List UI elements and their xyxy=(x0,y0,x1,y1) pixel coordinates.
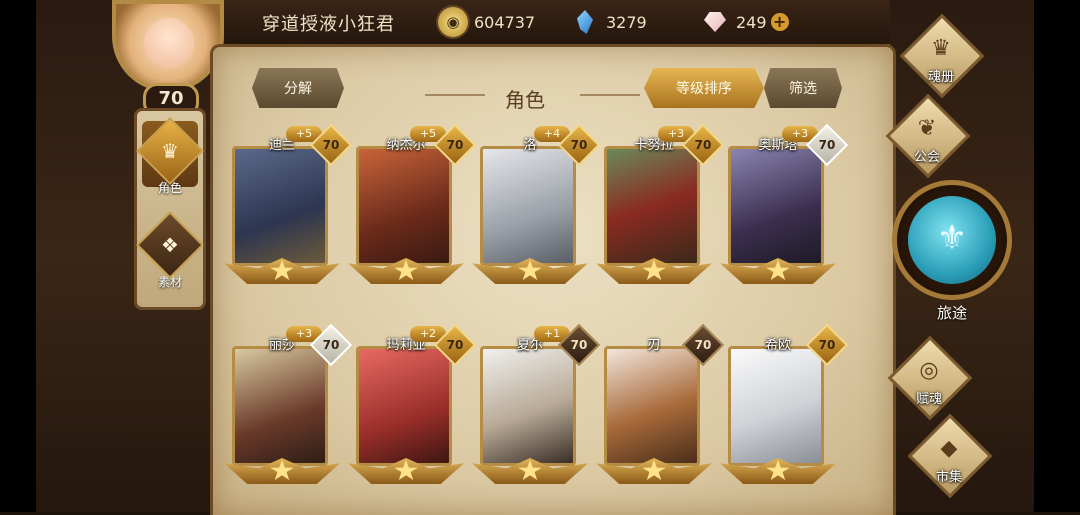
character-portrait xyxy=(356,146,452,266)
character-portrait xyxy=(728,346,824,466)
menu-fu-soul-label: 赋魂 xyxy=(915,392,942,407)
character-card[interactable]: 希欧 70 xyxy=(720,323,849,484)
character-card[interactable]: 卡努拉 +3 70 xyxy=(596,123,725,284)
character-portrait xyxy=(604,146,700,266)
right-edge xyxy=(1034,0,1080,512)
menu-soul-book-label: 魂册 xyxy=(927,70,954,85)
gem-resource[interactable]: 249 + xyxy=(700,6,789,38)
box-icon: ◆ xyxy=(940,436,958,461)
menu-fu-soul[interactable]: ◎ 赋魂 xyxy=(884,335,974,421)
gold-value: 604737 xyxy=(474,12,536,32)
filter-button[interactable]: 筛选 xyxy=(764,68,842,108)
crystal-resource[interactable]: 3279 xyxy=(570,6,647,38)
character-portrait xyxy=(356,346,452,466)
character-card[interactable]: 洛 +4 70 xyxy=(472,123,601,284)
tab-material[interactable]: ❖ 素材 xyxy=(136,211,204,289)
character-card[interactable]: 夏尔 +1 70 xyxy=(472,323,601,484)
helmet-icon: ♛ xyxy=(136,117,204,185)
menu-guild[interactable]: ❦ 公会 xyxy=(882,93,972,179)
character-card[interactable]: 纳杰尔 +5 70 xyxy=(348,123,477,284)
crystal-value: 3279 xyxy=(606,12,647,32)
heading-ornament-left xyxy=(425,94,485,96)
avatar-face xyxy=(144,18,194,68)
sort-by-level-button[interactable]: 等级排序 xyxy=(644,68,764,108)
blue-crystal-icon xyxy=(570,7,600,37)
character-portrait xyxy=(604,346,700,466)
gem-value: 249 xyxy=(736,12,767,32)
menu-soul-book[interactable]: ♛ 魂册 xyxy=(896,13,986,99)
heading-ornament-right xyxy=(580,94,640,96)
crown-icon: ♛ xyxy=(931,36,951,61)
character-card[interactable]: 玛莉亚 +2 70 xyxy=(348,323,477,484)
character-portrait xyxy=(480,146,576,266)
player-name: 穿道授液小狂君 xyxy=(262,14,395,35)
menu-market-label: 市集 xyxy=(935,470,962,485)
coin-icon: ◉ xyxy=(438,7,468,37)
add-gem-button[interactable]: + xyxy=(770,13,789,31)
character-portrait xyxy=(728,146,824,266)
category-tabs: ♛ 角色 ❖ 素材 xyxy=(134,108,206,310)
menu-travel-label: 旅途 xyxy=(936,304,967,322)
character-card[interactable]: 丽莎 +3 70 xyxy=(224,323,353,484)
left-edge xyxy=(0,0,36,512)
decompose-button[interactable]: 分解 xyxy=(252,68,344,108)
menu-market[interactable]: ◆ 市集 xyxy=(904,413,994,499)
dragon-icon: ❦ xyxy=(917,116,937,141)
tab-role[interactable]: ♛ 角色 xyxy=(136,117,204,195)
character-card[interactable]: 迪兰 +5 70 xyxy=(224,123,353,284)
menu-travel[interactable]: ⚜ 旅途 xyxy=(888,168,1016,328)
swirl-icon: ◎ xyxy=(919,358,939,383)
sword-emblem-icon: ⚜ xyxy=(936,218,968,258)
character-portrait xyxy=(232,146,328,266)
character-card[interactable]: 刃 70 xyxy=(596,323,725,484)
wolf-head-icon: ❖ xyxy=(136,211,204,279)
character-portrait xyxy=(480,346,576,466)
character-portrait xyxy=(232,346,328,466)
menu-guild-label: 公会 xyxy=(913,150,940,165)
pink-gem-icon xyxy=(700,7,730,37)
panel-title: 角色 xyxy=(505,88,545,112)
gold-resource[interactable]: ◉ 604737 xyxy=(438,6,535,38)
character-card[interactable]: 奥斯塔 +3 70 xyxy=(720,123,849,284)
